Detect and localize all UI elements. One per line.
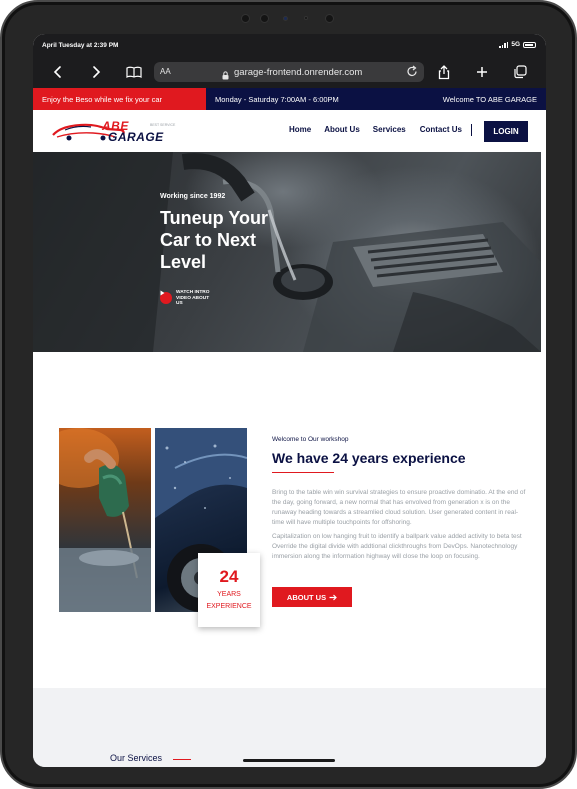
fuel-nozzle-photo bbox=[59, 428, 151, 612]
bookmarks-icon[interactable] bbox=[124, 62, 144, 82]
welcome-text: Welcome TO ABE GARAGE bbox=[442, 95, 537, 104]
status-indicators: 5G bbox=[499, 41, 536, 48]
tablet-frame: April Tuesday at 2:39 PM 5G AA garage-fr… bbox=[0, 0, 577, 789]
nav-links: Home About Us Services Contact Us bbox=[289, 125, 462, 134]
url-text[interactable]: garage-frontend.onrender.com bbox=[234, 67, 362, 78]
experience-card: 24 YEARS EXPERIENCE bbox=[198, 553, 260, 627]
new-tab-icon[interactable] bbox=[472, 62, 492, 82]
tabs-icon[interactable] bbox=[510, 62, 530, 82]
login-button[interactable]: LOGIN bbox=[484, 121, 528, 142]
hero-kicker: Working since 1992 bbox=[160, 193, 226, 200]
site-topbar: Enjoy the Beso while we fix your car Mon… bbox=[33, 88, 546, 110]
battery-icon bbox=[523, 41, 536, 48]
sensor-dot bbox=[304, 16, 308, 20]
sensor-dot bbox=[325, 14, 334, 23]
business-hours: Monday - Saturday 7:00AM - 6:00PM bbox=[215, 95, 339, 104]
nav-home-link[interactable]: Home bbox=[289, 125, 311, 134]
about-title: We have 24 years experience bbox=[272, 450, 466, 466]
main-nav: ABE BEST SERVICE GARAGE Home About Us Se… bbox=[33, 110, 546, 152]
arrow-right-icon bbox=[329, 594, 337, 600]
address-bar[interactable]: AA garage-frontend.onrender.com bbox=[154, 62, 424, 82]
about-kicker: Welcome to Our workshop bbox=[272, 436, 349, 443]
about-paragraph-1: Bring to the table win win survival stra… bbox=[272, 489, 526, 526]
forward-icon[interactable] bbox=[86, 62, 106, 82]
signal-icon bbox=[499, 41, 509, 48]
sensor-dot bbox=[241, 14, 250, 23]
screen: April Tuesday at 2:39 PM 5G AA garage-fr… bbox=[33, 34, 546, 767]
about-title-underline bbox=[272, 472, 334, 473]
nav-contact-link[interactable]: Contact Us bbox=[420, 125, 462, 134]
topbar-info: Monday - Saturday 7:00AM - 6:00PM Welcom… bbox=[206, 88, 546, 110]
camera-bar bbox=[235, 11, 345, 25]
experience-years-label: YEARS bbox=[217, 591, 241, 598]
hero-copy: Working since 1992 Tuneup Your Car to Ne… bbox=[160, 193, 290, 273]
about-paragraph-2: Capitalization on low hanging fruit to i… bbox=[272, 533, 522, 560]
watch-intro-video-button[interactable]: WATCH INTRO VIDEO ABOUT US bbox=[160, 290, 214, 307]
promo-text: Enjoy the Beso while we fix your car bbox=[33, 88, 206, 110]
status-time: April Tuesday at 2:39 PM bbox=[42, 42, 119, 49]
services-heading-underline bbox=[173, 759, 191, 760]
lock-icon bbox=[222, 67, 229, 85]
share-icon[interactable] bbox=[434, 62, 454, 82]
reload-icon[interactable] bbox=[406, 65, 418, 83]
home-indicator[interactable] bbox=[243, 759, 335, 762]
hero-title: Tuneup Your Car to Next Level bbox=[160, 208, 268, 272]
back-icon[interactable] bbox=[48, 62, 68, 82]
browser-toolbar: AA garage-frontend.onrender.com bbox=[33, 56, 546, 88]
nav-services-link[interactable]: Services bbox=[373, 125, 406, 134]
camera-indicator bbox=[283, 16, 288, 21]
about-us-button[interactable]: ABOUT US bbox=[272, 587, 352, 607]
experience-years-number: 24 bbox=[219, 567, 239, 586]
about-copy: Welcome to Our workshop We have 24 years… bbox=[272, 436, 527, 562]
network-label: 5G bbox=[511, 41, 520, 48]
text-size-button[interactable]: AA bbox=[160, 67, 171, 76]
nav-divider bbox=[471, 124, 472, 136]
services-heading: Our Services bbox=[110, 753, 163, 763]
status-bar: April Tuesday at 2:39 PM 5G bbox=[33, 34, 546, 56]
play-icon[interactable] bbox=[160, 290, 172, 305]
camera-lens bbox=[260, 14, 269, 23]
about-us-button-label[interactable]: ABOUT US bbox=[287, 593, 326, 602]
site-logo[interactable]: ABE BEST SERVICE GARAGE bbox=[51, 117, 176, 145]
logo-tagline: BEST SERVICE bbox=[150, 123, 176, 127]
watch-intro-label[interactable]: WATCH INTRO VIDEO ABOUT US bbox=[176, 290, 214, 307]
hero-banner: Working since 1992 Tuneup Your Car to Ne… bbox=[33, 152, 541, 352]
logo-word-garage: GARAGE bbox=[108, 130, 164, 144]
experience-label: EXPERIENCE bbox=[206, 603, 252, 610]
nav-about-link[interactable]: About Us bbox=[324, 125, 360, 134]
